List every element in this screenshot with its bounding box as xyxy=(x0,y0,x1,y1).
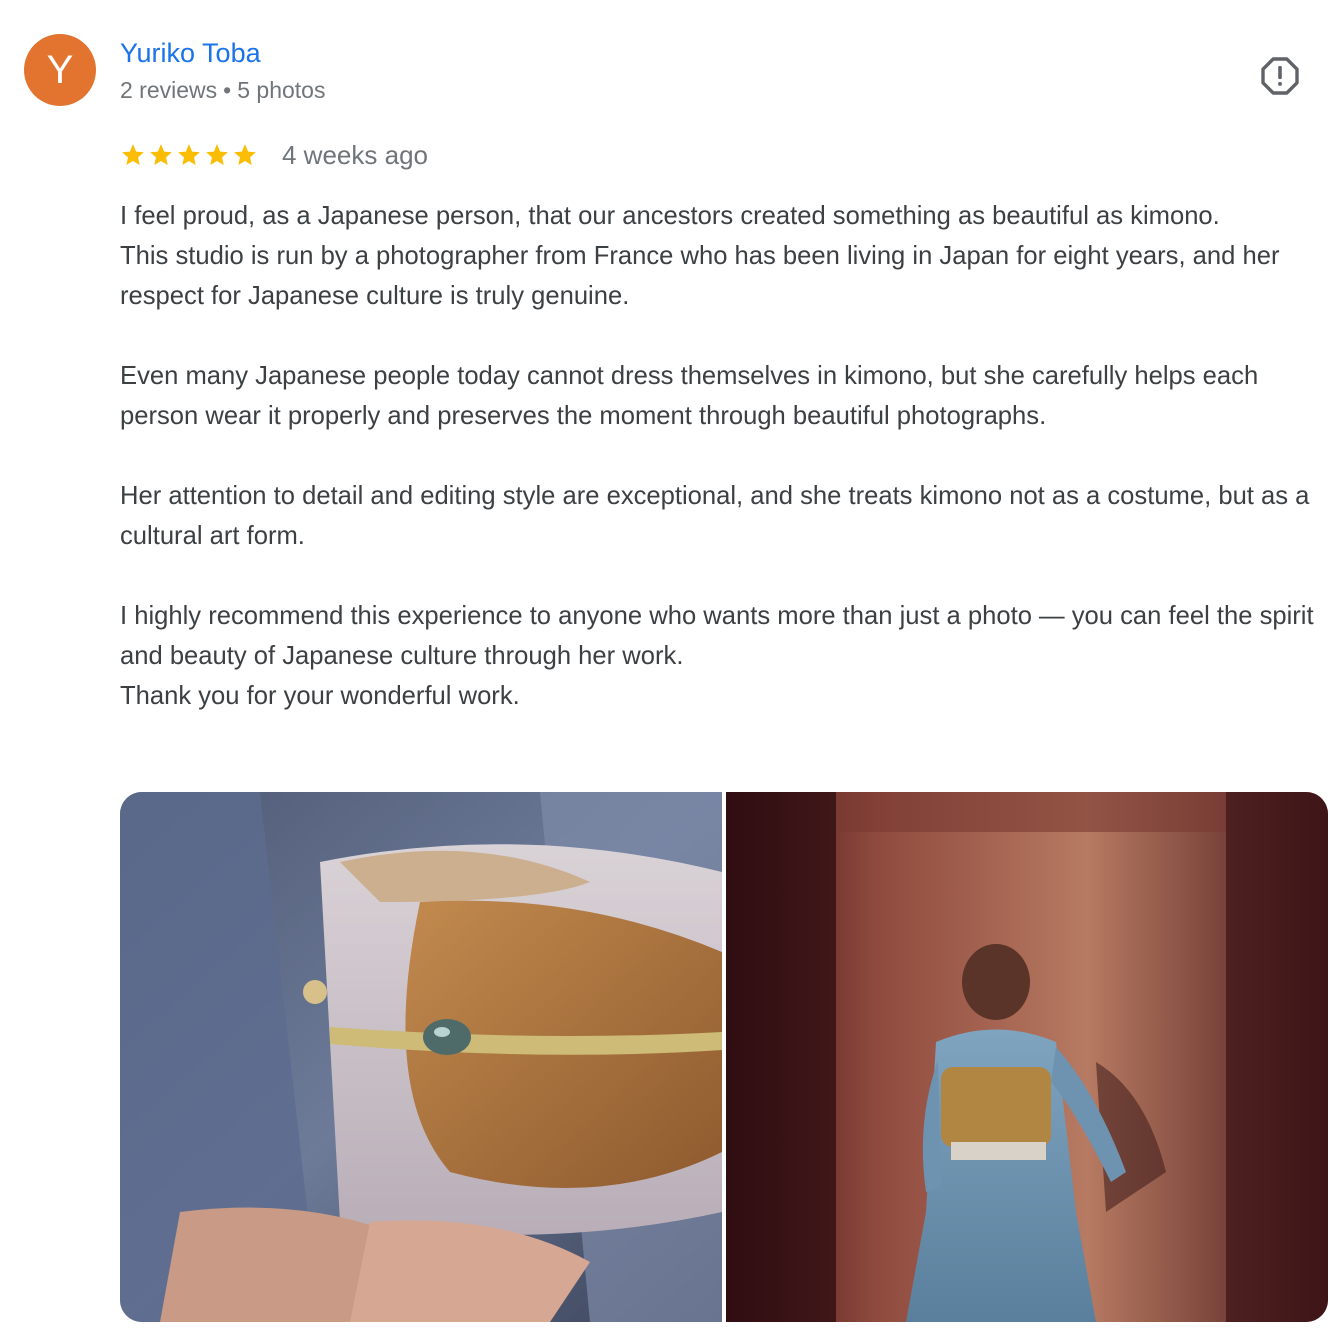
rating-row: 4 weeks ago xyxy=(120,138,428,172)
kimono-obi-closeup-photo[interactable] xyxy=(120,792,722,1322)
star-icon xyxy=(150,144,172,165)
star-icon xyxy=(178,144,200,165)
review-paragraph: Even many Japanese people today cannot d… xyxy=(120,362,1259,430)
author-meta: 2 reviews • 5 photos xyxy=(120,74,325,106)
author-photo-count: 5 photos xyxy=(237,77,326,103)
review-paragraph: This studio is run by a photographer fro… xyxy=(120,242,1280,310)
report-flag-icon xyxy=(1261,57,1299,95)
review-paragraph: Her attention to detail and editing styl… xyxy=(120,482,1310,550)
report-review-button[interactable] xyxy=(1256,52,1304,100)
review-paragraph: I feel proud, as a Japanese person, that… xyxy=(120,202,1220,230)
star-icon xyxy=(234,144,256,165)
review-paragraph: Thank you for your wonderful work. xyxy=(120,682,520,710)
author-name[interactable]: Yuriko Toba xyxy=(120,36,261,70)
review-paragraph: I highly recommend this experience to an… xyxy=(120,602,1314,670)
review-date: 4 weeks ago xyxy=(282,139,428,170)
review-text: I feel proud, as a Japanese person, that… xyxy=(120,196,1335,716)
star-icon xyxy=(206,144,228,165)
meta-separator: • xyxy=(223,77,232,103)
star-rating xyxy=(120,142,258,168)
avatar[interactable]: Y xyxy=(24,34,96,106)
star-icon xyxy=(122,144,144,165)
author-review-count: 2 reviews xyxy=(120,77,218,103)
review-photos xyxy=(120,792,1328,1322)
woman-in-kimono-red-wall-photo[interactable] xyxy=(726,792,1328,1322)
avatar-initial: Y xyxy=(46,47,74,92)
